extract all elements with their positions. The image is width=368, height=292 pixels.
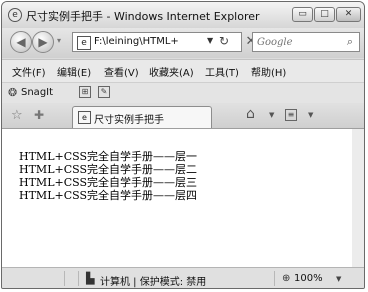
title-bar: e 尺寸实例手把手 - Windows Internet Explorer ▭ … (2, 2, 364, 28)
content-line-2: HTML+CSS完全自学手册——层二 (19, 163, 198, 176)
refresh-icon[interactable]: ↻ (219, 34, 229, 48)
content-line-1: HTML+CSS完全自学手册——层一 (19, 150, 198, 163)
search-icon[interactable]: ⌕ (343, 35, 357, 49)
security-zone-text: 计算机 | 保护模式: 禁用 (100, 277, 207, 288)
feed-icon[interactable]: ≡ (285, 109, 297, 121)
tab-current[interactable]: e 尺寸实例手把手 (72, 106, 212, 128)
zoom-icon[interactable]: ⊕ (282, 273, 290, 284)
menu-favorites[interactable]: 收藏夹(A) (149, 64, 194, 79)
ie-icon: e (8, 8, 22, 22)
browser-window: e 尺寸实例手把手 - Windows Internet Explorer ▭ … (1, 1, 365, 289)
menu-view[interactable]: 查看(V) (104, 64, 139, 79)
menu-file[interactable]: 文件(F) (12, 64, 46, 79)
content-line-4: HTML+CSS完全自学手册——层四 (19, 189, 198, 202)
feed-dropdown-icon[interactable]: ▼ (308, 111, 313, 119)
tab-bar: ☆ ✚ e 尺寸实例手把手 ⌂ ▼ ≡ ▼ (2, 103, 364, 129)
menu-edit[interactable]: 编辑(E) (57, 64, 91, 79)
search-box[interactable]: ⌕ (252, 32, 360, 52)
maximize-button[interactable]: □ (314, 7, 335, 22)
history-dropdown-icon[interactable]: ▾ (57, 36, 61, 45)
minimize-button[interactable]: ▭ (292, 7, 313, 22)
search-input[interactable] (255, 34, 343, 50)
menu-bar: 文件(F) 编辑(E) 查看(V) 收藏夹(A) 工具(T) 帮助(H) (2, 59, 364, 82)
menu-tools[interactable]: 工具(T) (205, 64, 239, 79)
status-bar: ▙ 计算机 | 保护模式: 禁用 ⊕ 100% ▼ (2, 267, 364, 288)
home-dropdown-icon[interactable]: ▼ (269, 111, 274, 119)
snagit-icon[interactable]: ❂ (8, 86, 17, 99)
content-line-3: HTML+CSS完全自学手册——层三 (19, 176, 198, 189)
window-title: 尺寸实例手把手 - Windows Internet Explorer (26, 10, 260, 23)
zoom-dropdown-icon[interactable]: ▼ (336, 275, 341, 283)
favorites-star-icon[interactable]: ☆ (11, 108, 23, 123)
add-favorites-icon[interactable]: ✚ (34, 108, 44, 122)
url-field[interactable]: e F:\leining\HTML+ ▼ ↻ (72, 32, 242, 52)
url-text[interactable]: F:\leining\HTML+ (94, 36, 204, 47)
address-bar: ◀ ▶ ▾ e F:\leining\HTML+ ▼ ↻ ✕ ⌕ (2, 28, 364, 58)
status-divider (64, 271, 65, 286)
snagit-button[interactable]: SnagIt (21, 87, 53, 98)
snagit-capture-icon[interactable]: ⊞ (79, 86, 91, 98)
url-dropdown-icon[interactable]: ▼ (207, 36, 213, 45)
vertical-scrollbar[interactable] (352, 129, 364, 267)
computer-icon: ▙ (86, 272, 95, 285)
home-icon[interactable]: ⌂ (246, 106, 255, 122)
status-divider (274, 271, 275, 286)
forward-button[interactable]: ▶ (32, 31, 54, 53)
snagit-toolbar: ❂ SnagIt ⊞ ✎ (2, 82, 364, 103)
snagit-editor-icon[interactable]: ✎ (98, 86, 110, 98)
zoom-level[interactable]: 100% (294, 273, 323, 284)
tab-label: 尺寸实例手把手 (94, 115, 164, 126)
close-button[interactable]: ✕ (336, 7, 361, 22)
page-content: HTML+CSS完全自学手册——层一 HTML+CSS完全自学手册——层二 HT… (2, 129, 353, 267)
menu-help[interactable]: 帮助(H) (251, 64, 286, 79)
tab-page-icon: e (78, 111, 91, 124)
back-button[interactable]: ◀ (10, 31, 32, 53)
page-icon: e (77, 36, 91, 50)
status-divider (78, 271, 79, 286)
